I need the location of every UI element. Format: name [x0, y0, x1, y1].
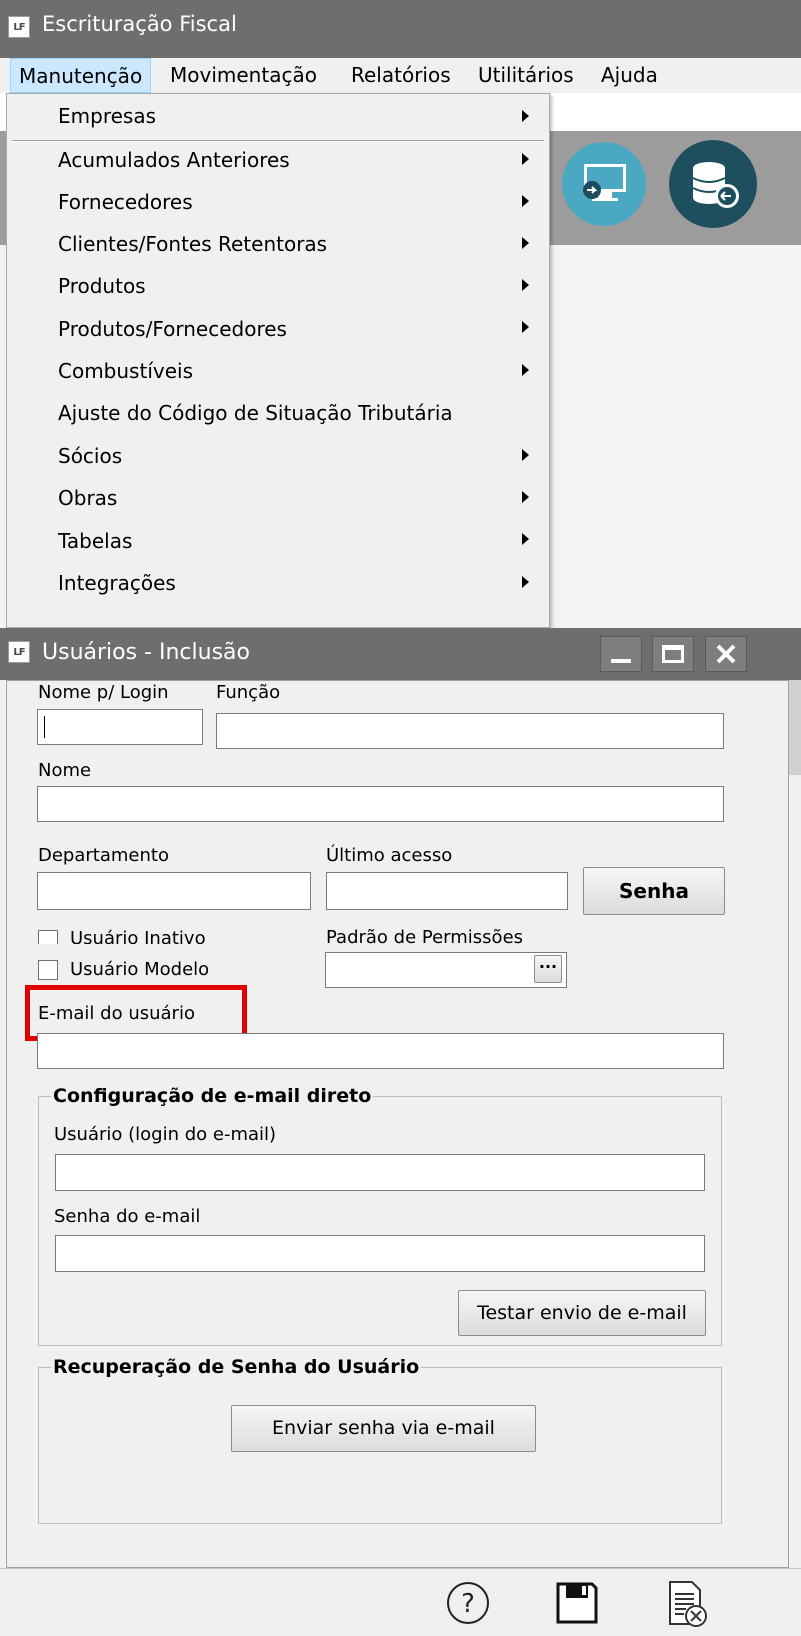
submenu-arrow-icon	[522, 195, 529, 207]
login-input[interactable]	[37, 709, 203, 745]
svg-text:?: ?	[461, 1589, 475, 1619]
email-login-input[interactable]	[55, 1154, 705, 1191]
login-label: Nome p/ Login	[38, 682, 169, 703]
submenu-arrow-icon	[522, 364, 529, 376]
menu-item-tabelas[interactable]: Tabelas	[58, 529, 132, 553]
submenu-arrow-icon	[522, 237, 529, 249]
email-password-label: Senha do e-mail	[54, 1206, 201, 1227]
close-icon	[716, 644, 736, 664]
padrao-permissoes-lookup-button[interactable]: ···	[534, 955, 562, 983]
menu-item-produtos-fornecedores[interactable]: Produtos/Fornecedores	[58, 317, 287, 341]
nome-label: Nome	[38, 760, 92, 781]
menu-separator	[12, 140, 544, 142]
submenu-arrow-icon	[522, 491, 529, 503]
menu-item-ajuste-codigo-situacao-tributaria[interactable]: Ajuste do Código de Situação Tributária	[58, 401, 453, 425]
usuario-modelo-checkbox[interactable]	[38, 960, 58, 980]
submenu-arrow-icon	[522, 533, 529, 545]
email-config-title: Configuração de e-mail direto	[51, 1085, 374, 1107]
email-password-input[interactable]	[55, 1235, 705, 1272]
menu-item-socios[interactable]: Sócios	[58, 444, 122, 468]
menu-ajuda[interactable]: Ajuda	[593, 58, 666, 93]
usuario-modelo-label: Usuário Modelo	[70, 959, 210, 980]
monitor-transfer-icon[interactable]	[562, 142, 646, 226]
submenu-arrow-icon	[522, 153, 529, 165]
save-icon[interactable]	[554, 1580, 600, 1626]
email-login-label: Usuário (login do e-mail)	[54, 1124, 277, 1145]
test-email-button[interactable]: Testar envio de e-mail	[458, 1290, 706, 1336]
menu-item-acumulados-anteriores[interactable]: Acumulados Anteriores	[58, 148, 290, 172]
cancel-document-icon[interactable]	[664, 1580, 710, 1628]
submenu-arrow-icon	[522, 576, 529, 588]
padrao-permissoes-label: Padrão de Permissões	[326, 927, 524, 948]
menu-item-integracoes[interactable]: Integrações	[58, 571, 176, 595]
password-recovery-title: Recuperação de Senha do Usuário	[51, 1356, 422, 1378]
submenu-arrow-icon	[522, 321, 529, 333]
menu-item-produtos[interactable]: Produtos	[58, 274, 146, 298]
send-password-email-button[interactable]: Enviar senha via e-mail	[231, 1405, 536, 1452]
app-title: Escrituração Fiscal	[42, 12, 237, 36]
maximize-icon	[662, 645, 684, 663]
menu-relatorios[interactable]: Relatórios	[343, 58, 459, 93]
menu-utilitarios[interactable]: Utilitários	[470, 58, 582, 93]
email-input[interactable]	[37, 1033, 724, 1069]
app-logo-icon: LF	[8, 16, 30, 38]
menu-item-fornecedores[interactable]: Fornecedores	[58, 190, 193, 214]
senha-button[interactable]: Senha	[583, 867, 725, 915]
menu-item-empresas[interactable]: Empresas	[58, 104, 156, 128]
submenu-arrow-icon	[522, 449, 529, 461]
menu-item-combustiveis[interactable]: Combustíveis	[58, 359, 193, 383]
maximize-button[interactable]	[652, 636, 694, 672]
minimize-button[interactable]	[600, 636, 642, 672]
funcao-input[interactable]	[216, 713, 724, 749]
dialog-logo-icon: LF	[8, 641, 30, 663]
submenu-arrow-icon	[522, 279, 529, 291]
menu-item-obras[interactable]: Obras	[58, 486, 117, 510]
submenu-arrow-icon	[522, 110, 529, 122]
dialog-title: Usuários - Inclusão	[42, 640, 250, 665]
ultimo-acesso-label: Último acesso	[326, 845, 453, 866]
departamento-input[interactable]	[37, 872, 311, 910]
menu-movimentacao[interactable]: Movimentação	[162, 58, 325, 93]
database-restore-icon[interactable]	[669, 140, 757, 228]
nome-input[interactable]	[37, 786, 724, 822]
help-icon[interactable]: ?	[445, 1580, 491, 1626]
menu-manutencao[interactable]: Manutenção	[10, 58, 152, 93]
email-label: E-mail do usuário	[38, 1003, 195, 1024]
text-caret	[44, 716, 45, 738]
ultimo-acesso-input[interactable]	[326, 872, 568, 910]
departamento-label: Departamento	[38, 845, 169, 866]
menu-item-clientes-fontes-retentoras[interactable]: Clientes/Fontes Retentoras	[58, 232, 327, 256]
padrao-permissoes-input[interactable]	[325, 952, 567, 988]
minimize-icon	[611, 659, 631, 663]
funcao-label: Função	[216, 682, 281, 703]
close-button[interactable]	[705, 636, 747, 672]
